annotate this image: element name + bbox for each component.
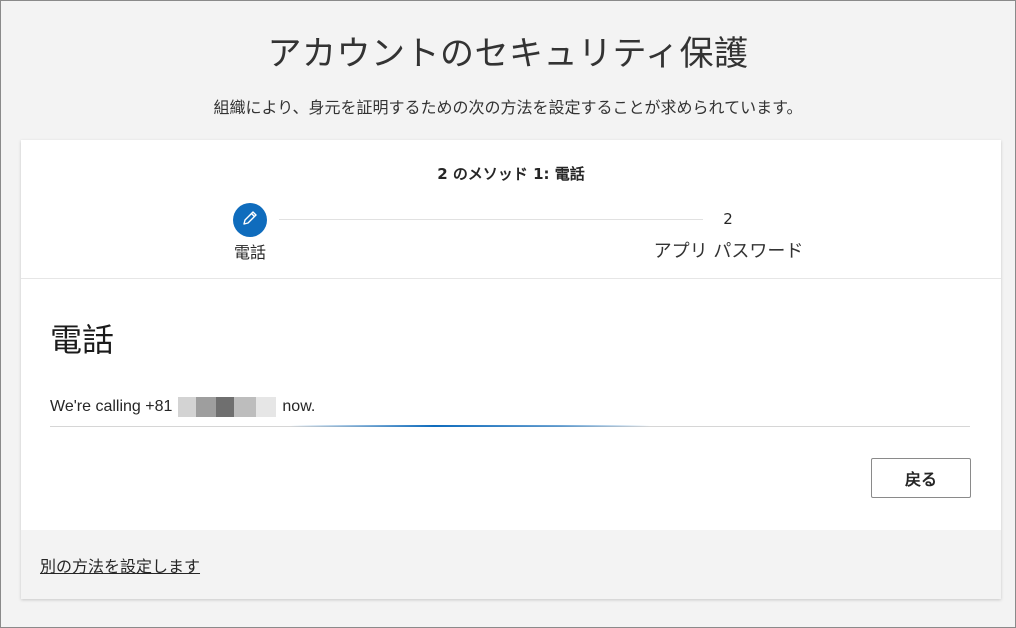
calling-suffix: now. xyxy=(282,398,316,415)
calling-prefix: We're calling +81 xyxy=(50,398,173,415)
masked-phone-number xyxy=(178,397,277,417)
back-button[interactable]: 戻る xyxy=(871,458,971,498)
step-indicator: 2 のメソッド 1: 電話 電話 2 アプリ パスワード xyxy=(21,140,1001,279)
page-subtitle: 組織により、身元を証明するための次の方法を設定することが求められています。 xyxy=(213,98,803,117)
step-2-label: アプリ パスワード xyxy=(653,241,804,262)
step-1-indicator xyxy=(233,203,267,237)
step-counter: 2 のメソッド 1: 電話 xyxy=(437,165,585,183)
step-connector-line xyxy=(279,219,703,220)
calling-progress-bar xyxy=(50,425,970,427)
step-2-number: 2 xyxy=(723,210,733,228)
card-footer: 別の方法を設定します xyxy=(21,530,1001,599)
progress-indicator xyxy=(290,425,650,427)
step-1-label: 電話 xyxy=(233,243,266,262)
section-title: 電話 xyxy=(50,321,115,359)
calling-status: We're calling +81 now. xyxy=(50,397,315,417)
alternate-method-link[interactable]: 別の方法を設定します xyxy=(40,553,200,577)
setup-card: 2 のメソッド 1: 電話 電話 2 アプリ パスワード 電話 We're ca… xyxy=(21,140,1001,599)
page-title: アカウントのセキュリティ保護 xyxy=(267,34,749,74)
pencil-icon xyxy=(241,209,259,231)
